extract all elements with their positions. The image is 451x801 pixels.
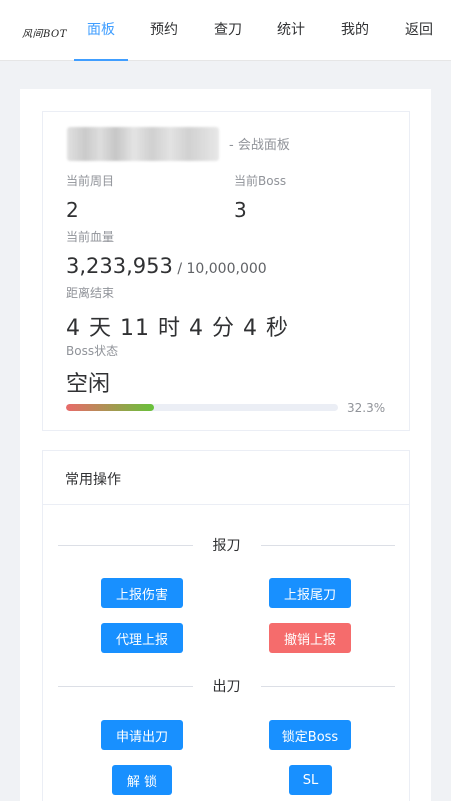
top-nav: 风间BOT 面板 预约 查刀 统计 我的 返回 <box>0 0 451 61</box>
nav-tab-back[interactable]: 返回 <box>392 0 446 61</box>
redacted-clan-name <box>67 127 219 161</box>
boss-status-label: Boss状态 <box>66 344 119 358</box>
nav-tab-mine[interactable]: 我的 <box>328 0 382 61</box>
hp-max: / 10,000,000 <box>172 261 267 277</box>
operations-title: 常用操作 <box>43 451 409 505</box>
boss-value: 3 <box>234 198 247 222</box>
attack-section-title: 出刀 <box>192 676 261 696</box>
nav-tab-statistics[interactable]: 统计 <box>264 0 318 61</box>
round-label: 当前周目 <box>66 174 115 188</box>
unlock-button[interactable]: 解 锁 <box>112 765 172 795</box>
report-section-title: 报刀 <box>192 535 261 555</box>
request-attack-button[interactable]: 申请出刀 <box>101 720 183 750</box>
boss-status-value: 空闲 <box>66 372 111 397</box>
time-left-label: 距离结束 <box>66 286 115 300</box>
report-divider: 报刀 <box>58 535 395 555</box>
nav-tab-panel[interactable]: 面板 <box>74 0 128 61</box>
report-damage-button[interactable]: 上报伤害 <box>101 578 183 608</box>
hp-progress-bar <box>66 404 338 411</box>
boss-label: 当前Boss <box>234 174 287 188</box>
hp-value: 3,233,953 / 10,000,000 <box>66 254 267 278</box>
sl-button[interactable]: SL <box>289 765 332 795</box>
nav-tab-check-attacks[interactable]: 查刀 <box>201 0 255 61</box>
report-tail-button[interactable]: 上报尾刀 <box>269 578 351 608</box>
clan-battle-panel-card: - 会战面板 当前周目 当前Boss 2 3 当前血量 3,233,953 / … <box>42 111 410 431</box>
time-left-value: 4 天 11 时 4 分 4 秒 <box>66 316 289 341</box>
common-operations-card: 常用操作 报刀 上报伤害 上报尾刀 代理上报 撤销上报 出刀 申请出刀 锁定Bo… <box>42 450 410 801</box>
nav-tab-reservation[interactable]: 预约 <box>137 0 191 61</box>
cancel-report-button[interactable]: 撤销上报 <box>269 623 351 653</box>
hp-current: 3,233,953 <box>66 254 173 278</box>
proxy-report-button[interactable]: 代理上报 <box>101 623 183 653</box>
round-value: 2 <box>66 198 79 222</box>
attack-divider: 出刀 <box>58 676 395 696</box>
app-logo: 风间BOT <box>22 29 67 40</box>
hp-progress-text: 32.3% <box>347 401 386 415</box>
panel-title-suffix: - 会战面板 <box>229 138 290 153</box>
hp-progress-fill <box>66 404 154 411</box>
hp-label: 当前血量 <box>66 230 115 244</box>
lock-boss-button[interactable]: 锁定Boss <box>269 720 351 750</box>
